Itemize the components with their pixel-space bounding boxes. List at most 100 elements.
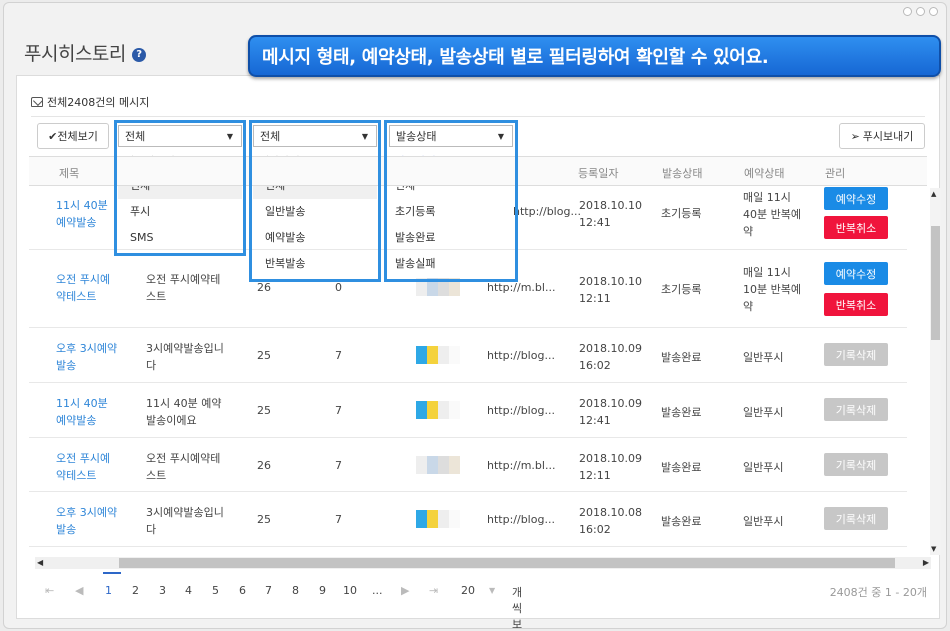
row-content: 오전 푸시예약테스트 <box>146 273 221 303</box>
page-link[interactable]: 10 <box>343 584 357 597</box>
reserve-status-select[interactable]: 전체 ▼ <box>253 125 377 147</box>
row-url: http://m.bl... <box>487 459 556 472</box>
scroll-thumb[interactable] <box>119 558 895 568</box>
scroll-down-icon[interactable]: ▼ <box>931 545 936 553</box>
page-link[interactable]: 4 <box>185 584 192 597</box>
table-row: 오후 3시예약발송 3시예약발송입니다 25 7 http://blog... … <box>29 493 907 547</box>
column-header-date[interactable]: 등록일자 <box>578 165 618 181</box>
prev-page-icon[interactable]: ◀ <box>75 584 83 597</box>
window-control-dot[interactable] <box>916 7 925 16</box>
page-link[interactable]: 5 <box>212 584 219 597</box>
delete-record-button[interactable]: 기록삭제 <box>824 507 888 530</box>
row-reserve: 일반푸시 <box>743 406 784 419</box>
last-page-icon[interactable]: ⇥ <box>429 584 438 597</box>
first-page-icon[interactable]: ⇤ <box>45 584 54 597</box>
scroll-thumb[interactable] <box>931 226 940 340</box>
row-number: 7 <box>335 513 342 526</box>
scroll-right-icon[interactable]: ▶ <box>923 558 929 567</box>
page-link[interactable]: 8 <box>292 584 299 597</box>
row-url: http://blog... <box>513 205 581 218</box>
thumbnail-image <box>416 401 460 419</box>
column-header-status[interactable]: 발송상태 <box>662 165 702 181</box>
message-icon <box>31 97 43 107</box>
row-reserve: 매일 11시 10분 반복예약 <box>743 266 801 313</box>
page-link[interactable]: 6 <box>239 584 246 597</box>
table-header: 제목 등록일자 발송상태 예약상태 관리 <box>29 156 927 186</box>
column-header-title[interactable]: 제목 <box>59 165 79 181</box>
column-header-manage: 관리 <box>825 167 846 180</box>
select-value: 전체 <box>125 130 146 143</box>
row-reserve: 일반푸시 <box>743 515 784 528</box>
help-icon[interactable]: ? <box>131 47 146 62</box>
row-status: 발송완료 <box>661 351 702 364</box>
window-controls <box>903 7 938 16</box>
scroll-left-icon[interactable]: ◀ <box>37 558 43 567</box>
edit-reservation-button[interactable]: 예약수정 <box>824 187 888 210</box>
scroll-up-icon[interactable]: ▲ <box>931 190 936 198</box>
vertical-scrollbar[interactable]: ▲ ▼ <box>930 188 941 555</box>
send-push-label: 푸시보내기 <box>862 130 914 143</box>
row-number: 0 <box>335 281 342 294</box>
row-title-link[interactable]: 11시 40분 예약발송 <box>56 395 118 429</box>
row-title-link[interactable]: 11시 40분 예약발송 <box>56 197 118 231</box>
cancel-repeat-button[interactable]: 반복취소 <box>824 216 888 239</box>
page-link[interactable]: 9 <box>319 584 326 597</box>
current-page-indicator <box>103 572 121 574</box>
page-link[interactable]: 1 <box>105 584 112 597</box>
caret-down-icon: ▼ <box>497 131 504 141</box>
page-ellipsis[interactable]: ... <box>372 584 383 597</box>
table-row: 오전 푸시예약테스트 오전 푸시예약테스트 26 7 http://m.bl..… <box>29 439 907 492</box>
column-header-reserve[interactable]: 예약상태 <box>744 165 784 181</box>
page-info: 2408건 중 1 - 20개 <box>829 586 927 599</box>
row-title-link[interactable]: 오후 3시예약발송 <box>56 504 118 538</box>
row-number: 7 <box>335 404 342 417</box>
row-date: 2018.10.09 12:41 <box>579 397 642 427</box>
view-all-button[interactable]: ✔전체보기 <box>37 123 109 149</box>
delete-record-button[interactable]: 기록삭제 <box>824 398 888 421</box>
history-panel: 전체2408건의 메시지 ✔전체보기 전체 ▼ 메시지형태 전체 푸시 SMS … <box>16 75 941 628</box>
table-row: 11시 40분 예약발송 http://blog... 2018.10.10 12… <box>29 187 907 250</box>
row-content: 11시 40분 예약발송이에요 <box>146 397 222 427</box>
summary-text: 전체2408건의 메시지 <box>47 96 150 109</box>
row-date: 2018.10.09 16:02 <box>579 342 642 372</box>
row-content: 오전 푸시예약테스트 <box>146 452 221 482</box>
send-push-button[interactable]: ➢ 푸시보내기 <box>839 123 925 149</box>
page-link[interactable]: 3 <box>159 584 166 597</box>
row-title-link[interactable]: 오후 3시예약발송 <box>56 340 118 374</box>
row-title-link[interactable]: 오전 푸시예약테스트 <box>56 450 118 484</box>
row-reserve: 일반푸시 <box>743 351 784 364</box>
row-content: 3시예약발송입니다 <box>146 342 224 372</box>
row-date: 2018.10.08 16:02 <box>579 506 642 536</box>
caret-down-icon: ▼ <box>226 131 233 141</box>
row-reserve: 매일 11시 40분 반복예약 <box>743 191 801 238</box>
edit-reservation-button[interactable]: 예약수정 <box>824 262 888 285</box>
table-row: 오전 푸시예약테스트 오전 푸시예약테스트 26 0 http://m.bl..… <box>29 251 907 328</box>
row-title-link[interactable]: 오전 푸시예약테스트 <box>56 271 118 305</box>
delete-record-button[interactable]: 기록삭제 <box>824 343 888 366</box>
row-url: http://blog... <box>487 513 555 526</box>
cancel-repeat-button[interactable]: 반복취소 <box>824 293 888 316</box>
message-type-select[interactable]: 전체 ▼ <box>118 125 242 147</box>
row-date: 2018.10.10 12:41 <box>579 199 642 229</box>
page-title: 푸시히스토리 ? <box>24 39 146 66</box>
send-status-select[interactable]: 발송상태 ▼ <box>389 125 513 147</box>
row-date: 2018.10.10 12:11 <box>579 275 642 305</box>
horizontal-scrollbar[interactable]: ◀ ▶ <box>35 557 931 569</box>
caret-down-icon[interactable]: ▼ <box>489 586 495 595</box>
row-status: 발송완료 <box>661 461 702 474</box>
view-all-label: ✔전체보기 <box>48 130 98 143</box>
page-size-select[interactable]: 20 <box>461 584 475 597</box>
page-size-label: 개씩 보기 <box>512 586 523 629</box>
thumbnail-image <box>416 278 460 296</box>
page-link[interactable]: 2 <box>132 584 139 597</box>
row-url: http://m.bl... <box>487 281 556 294</box>
row-reserve: 일반푸시 <box>743 461 784 474</box>
banner-text: 메시지 형태, 예약상태, 발송상태 별로 필터링하여 확인할 수 있어요. <box>262 47 769 68</box>
next-page-icon[interactable]: ▶ <box>401 584 409 597</box>
delete-record-button[interactable]: 기록삭제 <box>824 453 888 476</box>
row-status: 초기등록 <box>661 283 702 296</box>
window-control-dot[interactable] <box>903 7 912 16</box>
window-control-dot[interactable] <box>929 7 938 16</box>
page-link[interactable]: 7 <box>265 584 272 597</box>
select-value: 전체 <box>260 130 281 143</box>
